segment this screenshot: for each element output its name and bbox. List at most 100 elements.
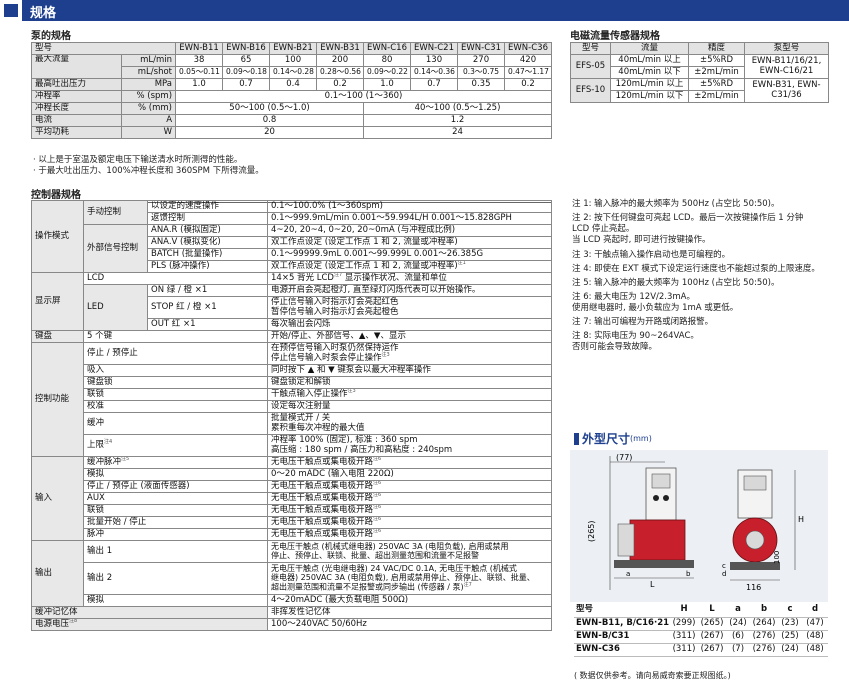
- func-item-cell: 上限注4: [83, 434, 268, 457]
- sensor-acc: ±2mL/min: [688, 90, 745, 103]
- current-c: 1.2: [363, 114, 553, 127]
- dim-value: (24): [778, 643, 802, 657]
- stroke-rate-label: 冲程率: [31, 90, 122, 103]
- note-ref: 注6: [373, 528, 382, 535]
- pump-base: [614, 560, 694, 568]
- lcd-value-cell: 14×5 背光 LCD注7 显示操作状况、流量和单位: [267, 272, 552, 285]
- op-value: 0.1～99999.9mL 0.001～99.999L 0.001～26.385…: [267, 248, 552, 261]
- led-value: 每次输出会闪烁: [267, 318, 552, 331]
- dim-value: (23): [778, 617, 802, 631]
- pump-drawing-svg: (77) (265) L a b H 100 116 c d: [587, 453, 804, 592]
- flow-value: 130: [410, 54, 459, 67]
- pump-front-head: [745, 530, 765, 550]
- pump-col: EWN-B11: [175, 42, 224, 55]
- dim-col: c: [778, 604, 802, 618]
- func-value: 冲程率 100% (固定), 标准 : 360 spm 高压缩 : 180 sp…: [267, 434, 552, 457]
- flow-value: 100: [269, 54, 318, 67]
- dim-value: (6): [726, 630, 750, 644]
- note-item: 注 5: 输入脉冲的最大频率为 100Hz (占空比 50:50)。: [572, 278, 780, 288]
- func-value-cell: 在预停信号输入时泵仍然保持运作 停止信号输入时泵会停止操作注3: [267, 342, 552, 365]
- shot-value: 0.28～0.56: [316, 66, 365, 79]
- pump-col: EWN-C36: [504, 42, 553, 55]
- input-value-cell: 无电压干触点或集电极开路注6: [267, 480, 552, 493]
- func-item: 停止 / 预停止: [83, 342, 268, 365]
- input-value: 无电压干触点或集电极开路: [271, 457, 374, 468]
- dim-value: (267): [698, 630, 726, 644]
- output-item: 模拟: [83, 594, 268, 607]
- pressure-value: 0.7: [222, 78, 271, 91]
- note-ref: 注1: [457, 260, 466, 267]
- table-row: EWN-C36 (311) (267) (7) (276) (24) (48): [574, 643, 828, 657]
- lcd-sub: LCD: [83, 272, 268, 285]
- op-item: 以设定的速度操作: [147, 200, 268, 213]
- pump-body: [629, 519, 686, 561]
- outline-drawing: (77) (265) L a b H 100 116 c d: [570, 450, 828, 602]
- dim-value: (311): [670, 630, 698, 644]
- pressure-value: 1.0: [175, 78, 224, 91]
- pump-col: EWN-B31: [316, 42, 365, 55]
- op-item: ANA.V (模拟变化): [147, 236, 268, 249]
- sensor-model: EFS-05: [570, 54, 611, 79]
- current-label: 电流: [31, 114, 122, 127]
- display-cat: 显示屏: [31, 272, 84, 331]
- dim-l-label: L: [650, 580, 655, 589]
- note-ref: 注3: [381, 352, 390, 359]
- dim-value: (7): [726, 643, 750, 657]
- note-item: 使用继电器时, 最小负载应为 1mA 或更低。: [572, 303, 739, 313]
- flow-value: 38: [175, 54, 224, 67]
- input-item: 停止 / 预停止 (液面传感器): [83, 480, 268, 493]
- lcd-panel: [651, 473, 671, 489]
- note-ref: 注6: [373, 516, 382, 523]
- sensor-col: 流量: [610, 42, 689, 55]
- input-item: 批量开始 / 停止: [83, 516, 268, 529]
- flow-value: 420: [504, 54, 553, 67]
- func-value: 批量模式开 / 关 累积重每次冲程的最大值: [267, 412, 552, 435]
- input-value: 无电压干触点或集电极开路: [271, 529, 374, 540]
- dim-c-label: c: [722, 562, 726, 570]
- func-value: 键盘锁定和解锁: [267, 376, 552, 389]
- op-value: 4~20, 20~4, 0~20, 20~0mA (与冲程成比例): [267, 224, 552, 237]
- func-cat: 控制功能: [31, 342, 84, 457]
- dim-col: b: [750, 604, 778, 618]
- flow-value: 270: [457, 54, 506, 67]
- note-item: 注 4: 即使在 EXT 模式下设定运行速度也不能超过泵的上限速度。: [572, 264, 820, 274]
- op-item: 返馈控制: [147, 212, 268, 225]
- output-value-cell: 无电压干触点 (光电继电器) 24 VAC/DC 0.1A, 无电压干触点 (机…: [267, 562, 552, 595]
- pressure-value: 0.2: [504, 78, 553, 91]
- input-item-cell: 缓冲脉冲注5: [83, 456, 268, 469]
- shot-value: 0.14～0.36: [410, 66, 459, 79]
- shot-value: 0.09～0.18: [222, 66, 271, 79]
- note-item: 注 1: 输入脉冲的最大频率为 500Hz (占空比 50:50)。: [572, 199, 780, 209]
- pressure-unit: MPa: [120, 78, 177, 91]
- op-item: PLS (脉冲操作): [147, 260, 268, 273]
- op-value: 0.1～100.0% (1～360spm): [267, 200, 552, 213]
- sensor-acc: ±5%RD: [688, 54, 745, 67]
- dim-value: (48): [802, 630, 828, 644]
- op-value-cell: 双工作点设定 (设定工作点 1 和 2, 流量或冲程率)注1: [267, 260, 552, 273]
- output-value: 4～20mADC (最大负载电阻 500Ω): [267, 594, 552, 607]
- shot-value: 0.14～0.28: [269, 66, 318, 79]
- func-item: 缓冲: [83, 412, 268, 435]
- func-value: 设定每次注射量: [267, 400, 552, 413]
- stroke-rate-value: 0.1～100 (1～360): [175, 90, 553, 103]
- lcd-front: [743, 475, 767, 491]
- sensor-flow: 40mL/min 以上: [610, 54, 689, 67]
- op-value: 0.1～999.9mL/min 0.001～59.994L/H 0.001～15…: [267, 212, 552, 225]
- note-item: 注 7: 输出可编程为开路或闭路报警。: [572, 317, 714, 327]
- external-sub: 外部信号控制: [83, 224, 148, 273]
- dim-value: (276): [750, 630, 778, 644]
- dim-value: (24): [726, 617, 750, 631]
- dim-d-label: d: [722, 570, 726, 578]
- lcd-value: 14×5 背光 LCD: [271, 273, 334, 284]
- op-item: ANA.R (模拟固定): [147, 224, 268, 237]
- stroke-rate-unit: % (spm): [120, 90, 177, 103]
- func-item: 上限: [87, 440, 105, 451]
- shot-value: 0.3～0.75: [457, 66, 506, 79]
- key-icon: [663, 495, 669, 501]
- power-c: 24: [363, 126, 553, 139]
- current-unit: A: [120, 114, 177, 127]
- input-item: 模拟: [83, 468, 268, 481]
- pressure-value: 0.7: [410, 78, 459, 91]
- pump-col-model: 型号: [30, 42, 177, 55]
- note-item: 注 6: 最大电压为 12V/2.3mA。: [572, 292, 695, 302]
